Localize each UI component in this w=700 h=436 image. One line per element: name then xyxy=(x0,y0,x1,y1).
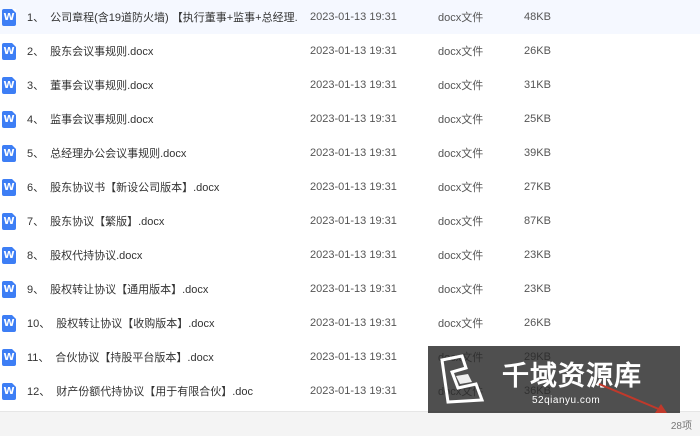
file-name[interactable]: 9、 股权转让协议【通用版本】.docx xyxy=(27,281,297,297)
file-type: docx文件 xyxy=(438,114,484,126)
file-name[interactable]: 4、 监事会议事规则.docx xyxy=(27,111,297,127)
file-size: 27KB xyxy=(524,181,551,193)
word-doc-icon: W xyxy=(2,8,16,26)
word-doc-icon: W xyxy=(2,178,16,196)
file-name-text: 股权转让协议【通用版本】.docx xyxy=(50,284,209,296)
word-doc-icon: W xyxy=(2,382,16,400)
file-name[interactable]: 12、 财产份额代持协议【用于有限合伙】.doc xyxy=(27,383,297,399)
file-size: 31KB xyxy=(524,79,551,91)
file-type: docx文件 xyxy=(438,250,484,262)
file-name[interactable]: 3、 董事会议事规则.docx xyxy=(27,77,297,93)
file-row[interactable]: W 1、 公司章程(含19道防火墙) 【执行董事+监事+总经理... 2023-01-… xyxy=(0,0,700,34)
file-type: docx文件 xyxy=(438,216,484,228)
word-doc-icon: W xyxy=(2,348,16,366)
file-row[interactable]: W 9、 股权转让协议【通用版本】.docx 2023-01-13 19:31 docx… xyxy=(0,272,700,306)
watermark-logo-icon xyxy=(440,354,485,404)
file-row[interactable]: W 2、 股东会议事规则.docx 2023-01-13 19:31 docx文件 26K… xyxy=(0,34,700,68)
file-type: docx文件 xyxy=(438,80,484,92)
file-name[interactable]: 7、 股东协议【繁版】.docx xyxy=(27,213,297,229)
word-doc-icon: W xyxy=(2,280,16,298)
file-row[interactable]: W 8、 股权代持协议.docx 2023-01-13 19:31 docx文件 23KB xyxy=(0,238,700,272)
file-row[interactable]: W 4、 监事会议事规则.docx 2023-01-13 19:31 docx文件 25K… xyxy=(0,102,700,136)
file-modified-time: 2023-01-13 19:31 xyxy=(310,283,397,295)
file-index: 4、 xyxy=(27,114,45,126)
watermark-arrow-icon xyxy=(598,383,667,413)
file-type: docx文件 xyxy=(438,46,484,58)
file-row[interactable]: W 3、 董事会议事规则.docx 2023-01-13 19:31 docx文件 31K… xyxy=(0,68,700,102)
file-modified-time: 2023-01-13 19:31 xyxy=(310,385,397,397)
word-doc-icon: W xyxy=(2,246,16,264)
file-modified-time: 2023-01-13 19:31 xyxy=(310,215,397,227)
file-index: 3、 xyxy=(27,80,45,92)
file-index: 7、 xyxy=(27,216,45,228)
file-name[interactable]: 8、 股权代持协议.docx xyxy=(27,247,297,263)
file-index: 10、 xyxy=(27,318,51,330)
file-name-text: 公司章程(含19道防火墙) 【执行董事+监事+总经理... xyxy=(50,12,297,24)
file-name-text: 财产份额代持协议【用于有限合伙】.doc xyxy=(56,386,254,398)
file-name[interactable]: 11、 合伙协议【持股平台版本】.docx xyxy=(27,349,297,365)
file-name[interactable]: 5、 总经理办公会议事规则.docx xyxy=(27,145,297,161)
file-row[interactable]: W 5、 总经理办公会议事规则.docx 2023-01-13 19:31 docx文件… xyxy=(0,136,700,170)
file-modified-time: 2023-01-13 19:31 xyxy=(310,113,397,125)
file-row[interactable]: W 6、 股东协议书【新设公司版本】.docx 2023-01-13 19:31 doc… xyxy=(0,170,700,204)
file-name-text: 董事会议事规则.docx xyxy=(50,80,154,92)
file-name[interactable]: 6、 股东协议书【新设公司版本】.docx xyxy=(27,179,297,195)
file-name-text: 总经理办公会议事规则.docx xyxy=(50,148,187,160)
file-type: docx文件 xyxy=(438,182,484,194)
file-size: 87KB xyxy=(524,215,551,227)
file-name-text: 股东会议事规则.docx xyxy=(50,46,154,58)
file-modified-time: 2023-01-13 19:31 xyxy=(310,181,397,193)
word-doc-icon: W xyxy=(2,314,16,332)
file-index: 8、 xyxy=(27,250,45,262)
file-index: 1、 xyxy=(27,12,45,24)
file-name[interactable]: 10、 股权转让协议【收购版本】.docx xyxy=(27,315,297,331)
file-name-text: 股权代持协议.docx xyxy=(50,250,143,262)
file-type: docx文件 xyxy=(438,284,484,296)
file-row[interactable]: W 7、 股东协议【繁版】.docx 2023-01-13 19:31 docx文件 87… xyxy=(0,204,700,238)
file-index: 6、 xyxy=(27,182,45,194)
file-size: 48KB xyxy=(524,11,551,23)
file-name-text: 监事会议事规则.docx xyxy=(50,114,154,126)
file-index: 2、 xyxy=(27,46,45,58)
file-modified-time: 2023-01-13 19:31 xyxy=(310,79,397,91)
file-size: 25KB xyxy=(524,113,551,125)
word-doc-icon: W xyxy=(2,212,16,230)
file-modified-time: 2023-01-13 19:31 xyxy=(310,317,397,329)
file-index: 12、 xyxy=(27,386,51,398)
file-name[interactable]: 2、 股东会议事规则.docx xyxy=(27,43,297,59)
file-size: 26KB xyxy=(524,45,551,57)
word-doc-icon: W xyxy=(2,42,16,60)
file-modified-time: 2023-01-13 19:31 xyxy=(310,351,397,363)
file-type: docx文件 xyxy=(438,148,484,160)
file-name-text: 股东协议【繁版】.docx xyxy=(50,216,165,228)
file-name-text: 股权转让协议【收购版本】.docx xyxy=(56,318,215,330)
file-index: 9、 xyxy=(27,284,45,296)
file-size: 26KB xyxy=(524,317,551,329)
file-row[interactable]: W 10、 股权转让协议【收购版本】.docx 2023-01-13 19:31 doc… xyxy=(0,306,700,340)
file-name-text: 股东协议书【新设公司版本】.docx xyxy=(50,182,220,194)
file-type: docx文件 xyxy=(438,12,484,24)
watermark-url: 52qianyu.com xyxy=(532,395,601,406)
word-doc-icon: W xyxy=(2,110,16,128)
file-size: 39KB xyxy=(524,147,551,159)
file-name[interactable]: 1、 公司章程(含19道防火墙) 【执行董事+监事+总经理... xyxy=(27,9,297,25)
word-doc-icon: W xyxy=(2,76,16,94)
file-index: 11、 xyxy=(27,352,50,364)
word-doc-icon: W xyxy=(2,144,16,162)
file-modified-time: 2023-01-13 19:31 xyxy=(310,147,397,159)
file-modified-time: 2023-01-13 19:31 xyxy=(310,11,397,23)
file-size: 23KB xyxy=(524,249,551,261)
file-size: 23KB xyxy=(524,283,551,295)
file-modified-time: 2023-01-13 19:31 xyxy=(310,45,397,57)
file-name-text: 合伙协议【持股平台版本】.docx xyxy=(55,352,214,364)
file-modified-time: 2023-01-13 19:31 xyxy=(310,249,397,261)
file-type: docx文件 xyxy=(438,318,484,330)
file-index: 5、 xyxy=(27,148,45,160)
